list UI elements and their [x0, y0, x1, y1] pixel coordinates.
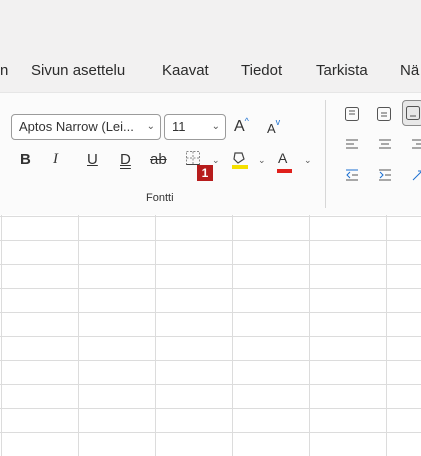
tab-formulas[interactable]: Kaavat — [162, 62, 209, 79]
double-underline-button[interactable]: D — [120, 151, 131, 168]
fill-color-button[interactable] — [231, 150, 249, 174]
spreadsheet-grid[interactable] — [0, 215, 421, 456]
align-middle-icon[interactable] — [376, 106, 392, 122]
tab-view-partial[interactable]: Nä — [400, 62, 419, 79]
align-bottom-button[interactable] — [402, 100, 421, 126]
align-bottom-icon — [406, 106, 420, 120]
tab-review[interactable]: Tarkista — [316, 62, 368, 79]
font-size-value: 11 — [172, 119, 186, 134]
font-color-button[interactable]: A — [277, 150, 292, 173]
title-bar — [0, 0, 421, 50]
caret-up-icon: ^ — [244, 116, 249, 126]
font-name-value: Aptos Narrow (Lei... — [19, 119, 134, 134]
font-color-label: A — [278, 150, 288, 166]
paint-bucket-icon — [232, 152, 248, 169]
orientation-icon[interactable] — [410, 167, 421, 183]
increase-font-label: A — [234, 118, 245, 135]
strikethrough-button[interactable]: ab — [150, 151, 167, 168]
font-group-label: Fontti — [146, 192, 174, 204]
bold-button[interactable]: B — [20, 151, 31, 168]
align-right-icon[interactable] — [410, 136, 421, 152]
increase-font-size-button[interactable]: A^ — [234, 116, 249, 136]
chevron-down-icon[interactable]: ⌄ — [258, 155, 266, 166]
tab-insert-partial[interactable]: n — [0, 62, 8, 79]
chevron-down-icon: ⌄ — [211, 121, 220, 132]
chevron-down-icon[interactable]: ⌄ — [212, 155, 220, 166]
align-top-icon[interactable] — [344, 106, 360, 122]
tab-page-layout[interactable]: Sivun asettelu — [31, 62, 125, 79]
decrease-font-label: A — [267, 121, 276, 136]
font-color-swatch — [277, 169, 292, 173]
caret-down-icon: v — [275, 117, 281, 127]
tab-data[interactable]: Tiedot — [241, 62, 282, 79]
font-name-dropdown[interactable]: Aptos Narrow (Lei... ⌄ — [11, 114, 161, 140]
increase-indent-icon[interactable] — [377, 167, 393, 183]
align-left-icon[interactable] — [344, 136, 360, 152]
step-number-badge: 1 — [197, 165, 213, 181]
italic-button[interactable]: I — [53, 151, 58, 168]
decrease-indent-icon[interactable] — [344, 167, 360, 183]
borders-icon — [186, 151, 200, 165]
decrease-font-size-button[interactable]: Av — [267, 117, 280, 136]
chevron-down-icon[interactable]: ⌄ — [304, 155, 312, 166]
chevron-down-icon: ⌄ — [146, 121, 155, 132]
group-divider — [325, 100, 326, 208]
font-size-dropdown[interactable]: 11 ⌄ — [164, 114, 226, 140]
ribbon-tab-bar: n Sivun asettelu Kaavat Tiedot Tarkista … — [0, 50, 421, 92]
align-center-icon[interactable] — [377, 136, 393, 152]
underline-button[interactable]: U — [87, 151, 98, 168]
